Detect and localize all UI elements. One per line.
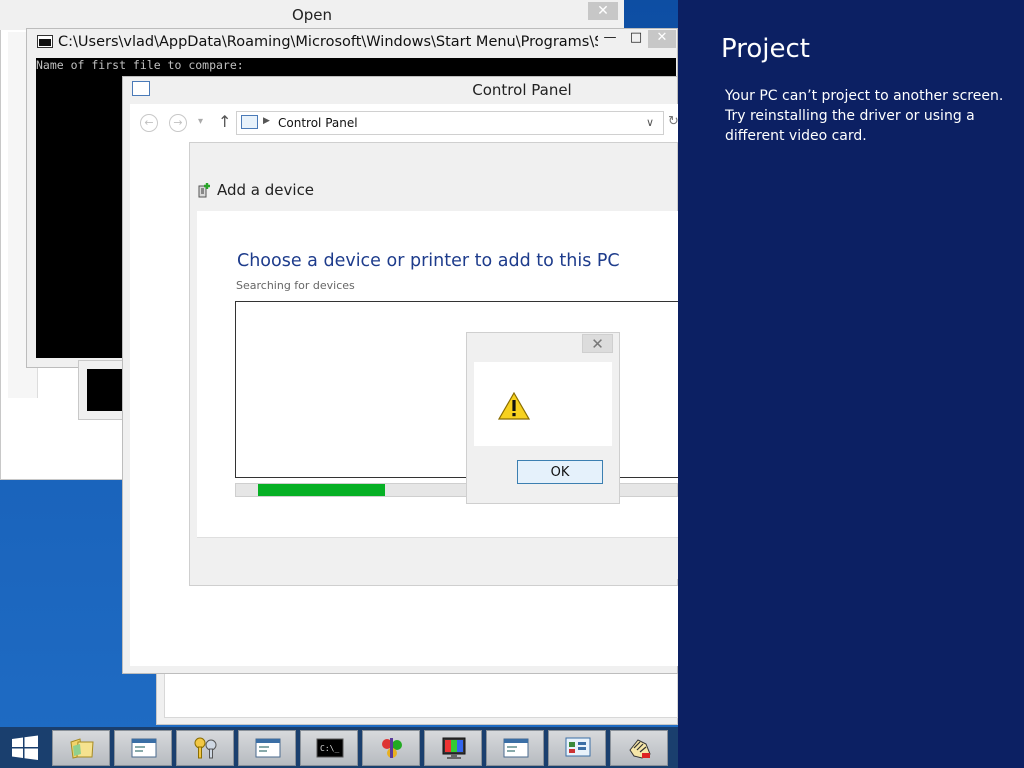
- control-panel-address-icon: [241, 115, 258, 129]
- taskbar-window-1[interactable]: [114, 730, 172, 766]
- add-device-header: Add a device: [217, 181, 315, 199]
- up-arrow-icon[interactable]: ↑: [218, 112, 231, 131]
- add-device-icon: [198, 183, 210, 198]
- hand-icon: [629, 739, 651, 759]
- back-arrow-icon[interactable]: ←: [140, 114, 158, 132]
- console-output-text: Name of first file to compare:: [36, 58, 244, 72]
- open-dialog-title: Open: [291, 6, 333, 24]
- background-console-fragment: [87, 369, 127, 411]
- window-icon: [255, 738, 281, 758]
- app-icon: [382, 738, 402, 758]
- start-windows-icon[interactable]: [0, 727, 50, 768]
- taskbar-window-2[interactable]: [238, 730, 296, 766]
- taskbar-display[interactable]: [424, 730, 482, 766]
- project-panel-title: Project: [721, 34, 810, 64]
- keys-icon: [194, 737, 217, 759]
- recent-locations-chevron-icon[interactable]: ▾: [198, 116, 203, 127]
- console-maximize-button[interactable]: □: [622, 30, 650, 48]
- ok-button[interactable]: OK: [517, 460, 603, 484]
- taskbar-keys[interactable]: [176, 730, 234, 766]
- monitor-icon: [442, 737, 466, 759]
- add-device-heading: Choose a device or printer to add to thi…: [237, 251, 620, 271]
- breadcrumb-chevron-icon[interactable]: ▶: [263, 116, 270, 126]
- taskbar-window-3[interactable]: [486, 730, 544, 766]
- forward-arrow-icon[interactable]: →: [169, 114, 187, 132]
- project-panel-message: Your PC can’t project to another screen.…: [725, 88, 1004, 144]
- control-panel-icon: [132, 81, 150, 96]
- cmd-icon: C:\_: [316, 738, 344, 758]
- window-icon: [503, 738, 529, 758]
- open-dialog-close-button[interactable]: ✕: [588, 2, 618, 20]
- console-window-title: C:\Users\vlad\AppData\Roaming\Microsoft\…: [58, 34, 598, 50]
- breadcrumb-control-panel[interactable]: Control Panel: [278, 116, 358, 130]
- console-minimize-button[interactable]: —: [596, 30, 624, 48]
- warning-icon: [498, 392, 530, 420]
- add-device-status: Searching for devices: [236, 279, 355, 292]
- console-window-icon: [37, 35, 53, 48]
- control-panel-icon: [565, 737, 591, 757]
- svg-text:C:\_: C:\_: [320, 744, 339, 753]
- search-progress-fill: [258, 484, 385, 496]
- taskbar-app-hand[interactable]: [610, 730, 668, 766]
- taskbar-cmd[interactable]: C:\_: [300, 730, 358, 766]
- taskbar-app-colorful[interactable]: [362, 730, 420, 766]
- warning-dialog-close-button[interactable]: ✕: [582, 334, 613, 353]
- address-dropdown-chevron-icon[interactable]: ∨: [646, 116, 654, 129]
- window-icon: [131, 738, 157, 758]
- warning-dialog-body: [474, 362, 612, 446]
- taskbar-explorer[interactable]: [52, 730, 110, 766]
- add-device-footer: [197, 537, 678, 579]
- folder-icon: [70, 738, 94, 759]
- taskbar-control-panel[interactable]: [548, 730, 606, 766]
- console-close-button[interactable]: ✕: [648, 30, 676, 48]
